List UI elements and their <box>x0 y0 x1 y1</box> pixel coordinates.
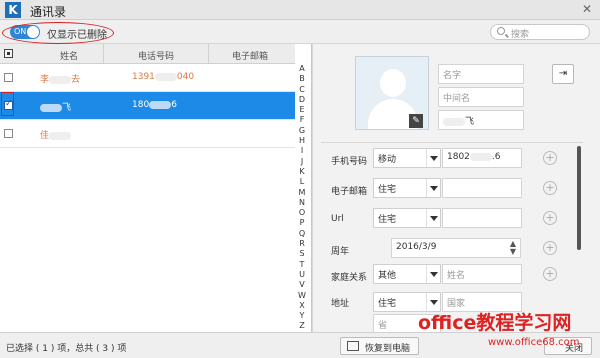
alphabet-letter[interactable]: C <box>296 85 308 95</box>
phone-type-select[interactable]: 移动 <box>373 148 441 168</box>
email-field[interactable] <box>442 178 522 198</box>
chevron-down-icon <box>426 209 440 227</box>
alphabet-letter[interactable]: T <box>296 260 308 270</box>
alphabet-letter[interactable]: L <box>296 177 308 187</box>
annotation-ellipse <box>2 22 114 44</box>
column-header-name[interactable]: 姓名 <box>60 49 78 62</box>
column-divider <box>103 44 104 64</box>
relation-label: 家庭关系 <box>331 273 368 283</box>
alphabet-letter[interactable]: B <box>296 74 308 84</box>
alphabet-letter[interactable]: G <box>296 126 308 136</box>
contact-list-panel: 姓名 电话号码 电子邮箱 李去 1391040 飞 1806 佳 ABCDEFG… <box>0 44 312 332</box>
add-relation-icon[interactable]: + <box>543 267 557 281</box>
export-contact-button[interactable]: ⇥ <box>552 64 574 84</box>
alphabet-letter[interactable]: H <box>296 136 308 146</box>
contact-phone: 180 6 <box>132 100 177 110</box>
alphabet-letter[interactable]: U <box>296 270 308 280</box>
relation-type-select[interactable]: 其他 <box>373 264 441 284</box>
email-label: 电子邮箱 <box>331 187 368 197</box>
url-label: Url <box>331 214 344 224</box>
annotation-rectangle <box>1 92 14 116</box>
row-checkbox[interactable] <box>4 129 13 138</box>
email-type-select[interactable]: 住宅 <box>373 178 441 198</box>
alphabet-letter[interactable]: D <box>296 95 308 105</box>
address-label: 地址 <box>331 299 350 309</box>
alphabet-letter[interactable]: W <box>296 291 308 301</box>
add-url-icon[interactable]: + <box>543 211 557 225</box>
alphabet-letter[interactable]: M <box>296 188 308 198</box>
alphabet-letter[interactable]: S <box>296 249 308 259</box>
relation-name-field[interactable]: 姓名 <box>442 264 522 284</box>
watermark-title: office教程学习网 <box>418 312 572 334</box>
row-checkbox[interactable] <box>4 73 13 82</box>
window-title: 通讯录 <box>30 5 67 19</box>
search-placeholder: 搜索 <box>511 30 530 40</box>
first-name-field[interactable]: 名字 <box>438 64 524 84</box>
chevron-down-icon <box>426 265 440 283</box>
chevron-down-icon <box>426 179 440 197</box>
chevron-down-icon <box>426 149 440 167</box>
select-all-checkbox[interactable] <box>4 49 13 58</box>
watermark-url: www.office68.com <box>488 337 580 348</box>
alphabet-letter[interactable]: Q <box>296 229 308 239</box>
alphabet-letter[interactable]: P <box>296 218 308 228</box>
search-icon <box>497 27 505 35</box>
middle-name-field[interactable]: 中间名 <box>438 87 524 107</box>
alphabet-letter[interactable]: J <box>296 157 308 167</box>
table-header: 姓名 电话号码 电子邮箱 <box>0 44 295 64</box>
alphabet-letter[interactable]: O <box>296 208 308 218</box>
section-divider <box>321 142 583 143</box>
computer-icon <box>347 341 359 351</box>
alphabet-letter[interactable]: E <box>296 105 308 115</box>
contact-name: 飞 <box>40 100 71 113</box>
phone-label: 手机号码 <box>331 157 368 167</box>
avatar-head-shape <box>380 69 406 97</box>
contact-name: 李去 <box>40 75 81 85</box>
alphabet-letter[interactable]: Z <box>296 321 308 331</box>
alphabet-letter[interactable]: I <box>296 146 308 156</box>
restore-button-label: 恢复到电脑 <box>365 344 411 354</box>
table-row[interactable]: 佳 <box>0 120 295 148</box>
add-anniversary-icon[interactable]: + <box>543 241 557 255</box>
alphabet-letter[interactable]: R <box>296 239 308 249</box>
phone-field[interactable]: 1802.6 <box>442 148 522 168</box>
contact-phone: 1391 040 <box>132 72 195 82</box>
alphabet-letter[interactable]: X <box>296 301 308 311</box>
alphabet-letter[interactable]: V <box>296 280 308 290</box>
column-header-phone[interactable]: 电话号码 <box>138 49 174 62</box>
alphabet-letter[interactable]: K <box>296 167 308 177</box>
add-email-icon[interactable]: + <box>543 181 557 195</box>
alphabet-letter[interactable]: F <box>296 115 308 125</box>
alphabet-index[interactable]: ABCDEFGHIJKLMNOPQRSTUVWXYZ <box>296 64 308 332</box>
contact-name: 佳 <box>40 128 72 141</box>
alphabet-letter[interactable]: A <box>296 64 308 74</box>
alphabet-letter[interactable]: N <box>296 198 308 208</box>
url-field[interactable] <box>442 208 522 228</box>
alphabet-letter[interactable]: Y <box>296 311 308 321</box>
table-row[interactable]: 飞 1806 <box>0 92 295 120</box>
last-name-field[interactable]: 飞 <box>438 110 524 130</box>
anniversary-date-field[interactable]: 2016/3/9 ▲ ▼ <box>391 238 521 258</box>
date-spinner-icon[interactable]: ▲ ▼ <box>510 240 516 256</box>
restore-to-pc-button[interactable]: 恢复到电脑 <box>340 337 420 355</box>
anniversary-label: 周年 <box>331 247 350 257</box>
close-window-icon[interactable]: ✕ <box>582 2 592 16</box>
detail-scrollbar[interactable] <box>577 146 581 250</box>
title-bar: K 通讯录 ✕ <box>0 0 600 20</box>
url-type-select[interactable]: 住宅 <box>373 208 441 228</box>
table-row[interactable]: 李去 1391 040 <box>0 64 295 92</box>
contact-detail-panel: ✎ 名字 中间名 飞 ⇥ 手机号码 移动 1802.6 + 电子邮箱 住宅 + … <box>313 44 600 332</box>
edit-photo-icon[interactable]: ✎ <box>409 114 423 128</box>
search-input[interactable]: 搜索 <box>490 24 590 40</box>
column-divider <box>208 44 209 64</box>
column-header-email[interactable]: 电子邮箱 <box>232 49 268 62</box>
selection-status: 已选择 ( 1 ) 项，总共 ( 3 ) 项 <box>6 344 127 354</box>
app-logo: K <box>5 2 21 18</box>
add-phone-icon[interactable]: + <box>543 151 557 165</box>
